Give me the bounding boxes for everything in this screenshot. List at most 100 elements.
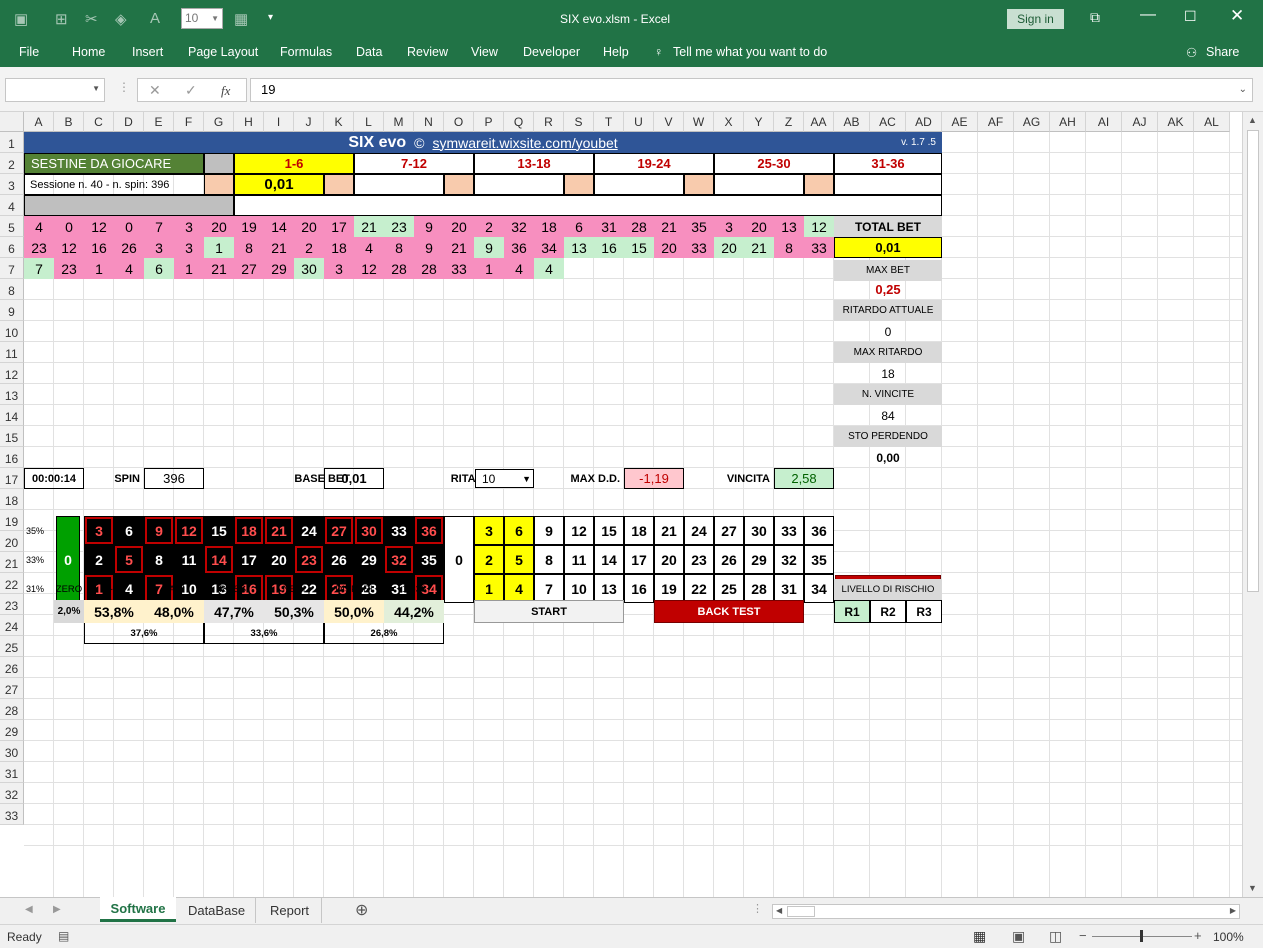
chevron-down-icon[interactable]: ▼	[522, 474, 531, 484]
tab-file[interactable]: File	[19, 45, 39, 59]
row-header[interactable]: 11	[0, 342, 24, 363]
wheel-number[interactable]: 21	[264, 516, 294, 545]
table-number[interactable]: 16	[624, 574, 654, 603]
table-number[interactable]: 19	[654, 574, 684, 603]
close-icon[interactable]: ✕	[1230, 6, 1244, 26]
page-break-view-icon[interactable]: ◫	[1049, 928, 1062, 945]
table-number[interactable]: 27	[714, 516, 744, 545]
wheel-number[interactable]: 5	[114, 545, 144, 574]
wheel-number[interactable]: 12	[174, 516, 204, 545]
back-test-button[interactable]: BACK TEST	[654, 600, 804, 623]
table-number[interactable]: 36	[804, 516, 834, 545]
name-box[interactable]: ▼	[5, 78, 105, 102]
start-button[interactable]: START	[474, 600, 624, 623]
table-number[interactable]: 32	[774, 545, 804, 574]
tab-split-icon[interactable]: ⋮	[752, 902, 763, 915]
enter-icon[interactable]: ✓	[185, 82, 197, 99]
table-number[interactable]: 25	[714, 574, 744, 603]
column-header[interactable]: F	[174, 112, 204, 132]
table-number[interactable]: 31	[774, 574, 804, 603]
page-layout-view-icon[interactable]: ▣	[1012, 928, 1025, 945]
table-zero[interactable]: 0	[444, 516, 474, 603]
row-header[interactable]: 32	[0, 783, 24, 804]
table-number[interactable]: 15	[594, 516, 624, 545]
wheel-number[interactable]: 20	[264, 545, 294, 574]
table-number[interactable]: 3	[474, 516, 504, 545]
zoom-slider[interactable]	[1092, 930, 1192, 942]
row-header[interactable]: 29	[0, 720, 24, 741]
table-number[interactable]: 22	[684, 574, 714, 603]
row-header[interactable]: 16	[0, 447, 24, 468]
row-header[interactable]: 18	[0, 489, 24, 510]
risk-r3-button[interactable]: R3	[906, 600, 942, 623]
macro-record-icon[interactable]: ▤	[58, 929, 69, 943]
wheel-number[interactable]: 33	[384, 516, 414, 545]
column-header[interactable]: O	[444, 112, 474, 132]
row-header[interactable]: 9	[0, 300, 24, 321]
row-header[interactable]: 21	[0, 552, 24, 573]
table-number[interactable]: 33	[774, 516, 804, 545]
tab-developer[interactable]: Developer	[523, 45, 580, 59]
row-header[interactable]: 31	[0, 762, 24, 783]
column-header[interactable]: AI	[1086, 112, 1122, 132]
select-all-corner[interactable]	[0, 112, 24, 132]
quick-access-icon[interactable]: ⊞	[55, 10, 68, 28]
column-header[interactable]: AB	[834, 112, 870, 132]
column-header[interactable]: A	[24, 112, 54, 132]
ritardo-select[interactable]: 10 ▼	[475, 469, 534, 488]
column-header[interactable]: AG	[1014, 112, 1050, 132]
cancel-icon[interactable]: ✕	[149, 82, 161, 99]
wheel-number[interactable]: 3	[84, 516, 114, 545]
table-number[interactable]: 1	[474, 574, 504, 603]
row-header[interactable]: 20	[0, 531, 24, 552]
tab-formulas[interactable]: Formulas	[280, 45, 332, 59]
table-number[interactable]: 8	[534, 545, 564, 574]
row-header[interactable]: 5	[0, 216, 24, 237]
column-header[interactable]: D	[114, 112, 144, 132]
column-header[interactable]: C	[84, 112, 114, 132]
hscroll-right-icon[interactable]: ▶	[1230, 906, 1236, 915]
column-header[interactable]: J	[294, 112, 324, 132]
column-header[interactable]: B	[54, 112, 84, 132]
hscroll-left-icon[interactable]: ◀	[776, 906, 782, 915]
row-header[interactable]: 4	[0, 195, 24, 216]
table-number[interactable]: 23	[684, 545, 714, 574]
column-header[interactable]: I	[264, 112, 294, 132]
row-header[interactable]: 1	[0, 132, 24, 153]
wheel-number[interactable]: 15	[204, 516, 234, 545]
wheel-number[interactable]: 8	[144, 545, 174, 574]
vertical-scrollbar[interactable]: ▲ ▼	[1242, 112, 1263, 897]
column-header[interactable]: AA	[804, 112, 834, 132]
row-header[interactable]: 27	[0, 678, 24, 699]
save-icon[interactable]: ▣	[14, 10, 28, 28]
zoom-level[interactable]: 100%	[1213, 930, 1244, 944]
column-header[interactable]: V	[654, 112, 684, 132]
website-link[interactable]: symwareit.wixsite.com/youbet	[432, 135, 617, 151]
wheel-number[interactable]: 29	[354, 545, 384, 574]
row-header[interactable]: 12	[0, 363, 24, 384]
row-header[interactable]: 22	[0, 573, 24, 594]
column-header[interactable]: R	[534, 112, 564, 132]
table-number[interactable]: 26	[714, 545, 744, 574]
maximize-icon[interactable]: ☐	[1184, 8, 1197, 25]
row-header[interactable]: 3	[0, 174, 24, 195]
sign-in-button[interactable]: Sign in	[1007, 9, 1064, 29]
column-header[interactable]: AF	[978, 112, 1014, 132]
table-number[interactable]: 24	[684, 516, 714, 545]
formula-input[interactable]: 19 ⌄	[250, 78, 1253, 102]
column-header[interactable]: AJ	[1122, 112, 1158, 132]
sheet-tab-software[interactable]: Software	[100, 897, 176, 922]
row-header[interactable]: 25	[0, 636, 24, 657]
fill-color-icon[interactable]: ◈	[115, 10, 127, 28]
sheet-prev-icon[interactable]: ◀	[25, 904, 33, 915]
column-header[interactable]: P	[474, 112, 504, 132]
table-number[interactable]: 28	[744, 574, 774, 603]
format-painter-icon[interactable]: ✂	[85, 10, 98, 28]
column-header[interactable]: AL	[1194, 112, 1230, 132]
row-header[interactable]: 2	[0, 153, 24, 174]
table-number[interactable]: 7	[534, 574, 564, 603]
wheel-number[interactable]: 14	[204, 545, 234, 574]
row-header[interactable]: 28	[0, 699, 24, 720]
wheel-number[interactable]: 11	[174, 545, 204, 574]
hscroll-thumb[interactable]	[787, 906, 815, 917]
